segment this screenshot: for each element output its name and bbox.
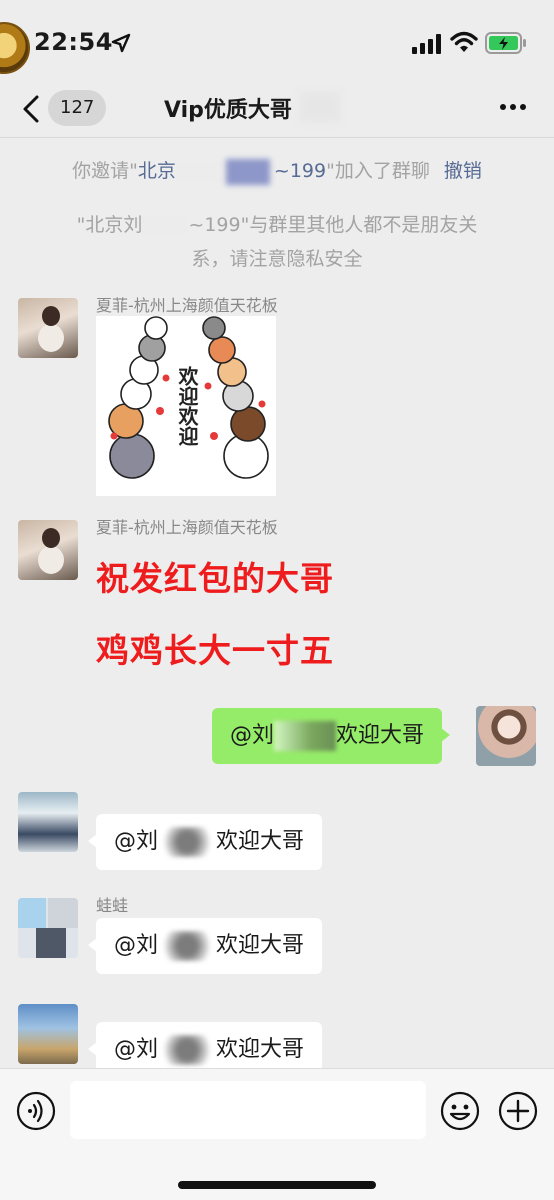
- back-chevron-icon[interactable]: [20, 94, 42, 124]
- chat-title: Vip优质大哥: [164, 98, 292, 123]
- chat-nav-bar: 127 Vip优质大哥: [0, 80, 554, 138]
- message-text-line: 鸡鸡长大一寸五: [96, 631, 334, 670]
- welcome-sticker[interactable]: 欢迎欢迎: [96, 316, 276, 496]
- sender-avatar[interactable]: [18, 898, 78, 958]
- mention-redaction: [159, 1035, 216, 1065]
- status-time: 22:54: [34, 28, 113, 56]
- message-bubble[interactable]: @刘 欢迎大哥: [87, 918, 323, 974]
- mention-redaction: [274, 721, 337, 751]
- message-text-line: 祝发红包的大哥: [96, 559, 334, 598]
- home-indicator: [178, 1181, 376, 1189]
- cellular-signal-icon: [412, 34, 441, 54]
- more-options-icon[interactable]: [498, 102, 528, 112]
- unread-count-badge[interactable]: 127: [48, 90, 107, 126]
- undo-invite-link[interactable]: 撤销: [444, 160, 482, 182]
- chat-input-bar: [0, 1068, 554, 1200]
- sender-name: 夏菲-杭州上海颜值天花板: [96, 518, 278, 537]
- self-message-bubble[interactable]: @刘 欢迎大哥: [212, 708, 451, 764]
- voice-input-icon[interactable]: [16, 1091, 56, 1131]
- invitee-link[interactable]: 北京: [138, 160, 176, 182]
- privacy-warning-notice: "北京刘 ~199"与群里其他人都不是朋友关系，请注意隐私安全: [76, 214, 478, 270]
- sender-avatar[interactable]: [18, 298, 78, 358]
- profile-logo: [0, 22, 30, 74]
- location-arrow-icon: [111, 33, 131, 53]
- emoji-icon[interactable]: [440, 1091, 480, 1131]
- sender-name: 蛙蛙: [96, 896, 129, 915]
- title-redaction: [300, 92, 340, 122]
- status-bar: 22:54: [0, 0, 554, 88]
- sender-avatar[interactable]: [18, 520, 78, 580]
- sticker-caption: 欢迎欢迎: [175, 366, 199, 446]
- battery-charging-icon: [485, 32, 526, 54]
- name-redaction: [225, 158, 270, 185]
- message-input[interactable]: [70, 1081, 426, 1139]
- sender-avatar[interactable]: [18, 792, 78, 852]
- more-functions-plus-icon[interactable]: [498, 1091, 538, 1131]
- self-avatar[interactable]: [476, 706, 536, 766]
- mention-redaction: [159, 931, 216, 961]
- sender-name: 夏菲-杭州上海颜值天花板: [96, 296, 278, 315]
- invite-notice: 你邀请"北京 ~199"加入了群聊 撤销: [0, 156, 554, 185]
- mention-redaction: [159, 827, 216, 857]
- wifi-icon: [450, 31, 478, 52]
- message-bubble[interactable]: @刘 欢迎大哥: [87, 814, 323, 870]
- sender-avatar[interactable]: [18, 1004, 78, 1064]
